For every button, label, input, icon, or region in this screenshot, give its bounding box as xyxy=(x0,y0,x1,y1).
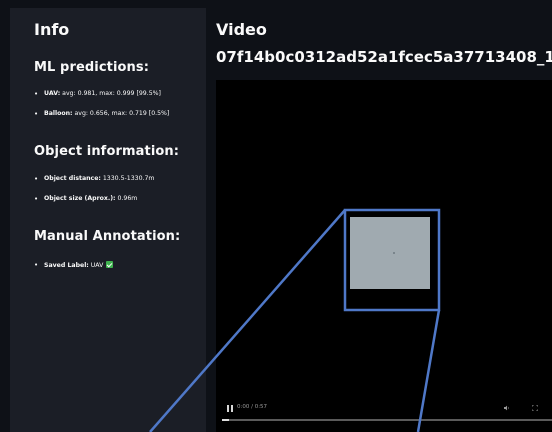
volume-icon[interactable] xyxy=(504,405,510,411)
object-information-heading: Object information: xyxy=(34,144,180,159)
list-item: Balloon: avg: 0.656, max: 0.719 [0.5%] xyxy=(34,110,204,118)
object-info-label: Object size (Aprox.): xyxy=(44,195,116,202)
app-window: Info ML predictions: UAV: avg: 0.981, ma… xyxy=(10,8,552,432)
manual-annotation-list: Saved Label: UAV xyxy=(34,261,204,270)
ml-predictions-list: UAV: avg: 0.981, max: 0.999 [99.5%] Ball… xyxy=(34,90,204,118)
progress-fill xyxy=(222,419,229,421)
sidebar-title: Info xyxy=(34,20,70,39)
object-information-list: Object distance: 1330.5-1330.7m Object s… xyxy=(34,175,204,203)
check-icon xyxy=(106,261,114,268)
list-item: Object size (Aprox.): 0.96m xyxy=(34,195,204,203)
object-info-label: Object distance: xyxy=(44,175,101,182)
player-controls: 0:00 / 0:57 xyxy=(216,400,552,421)
fullscreen-icon[interactable] xyxy=(532,405,538,411)
video-id: 07f14b0c0312ad52a1fcec5a37713408_1 xyxy=(216,48,552,66)
ml-predictions-heading: ML predictions: xyxy=(34,60,150,75)
prediction-value: avg: 0.656, max: 0.719 [0.5%] xyxy=(74,110,170,117)
manual-annotation-heading: Manual Annotation: xyxy=(34,229,181,244)
video-player[interactable]: 0:00 / 0:57 xyxy=(216,80,552,432)
sidebar: Info ML predictions: UAV: avg: 0.981, ma… xyxy=(10,8,206,432)
list-item: Object distance: 1330.5-1330.7m xyxy=(34,175,204,183)
annotation-value: UAV xyxy=(90,262,104,269)
annotation-label: Saved Label: xyxy=(44,262,89,269)
prediction-label: Balloon: xyxy=(44,110,73,117)
progress-bar[interactable] xyxy=(222,419,552,421)
list-item: Saved Label: UAV xyxy=(34,261,204,270)
time-display: 0:00 / 0:57 xyxy=(237,404,268,410)
prediction-label: UAV: xyxy=(44,90,61,97)
list-item: UAV: avg: 0.981, max: 0.999 [99.5%] xyxy=(34,90,204,98)
pause-icon[interactable] xyxy=(227,405,233,412)
prediction-value: avg: 0.981, max: 0.999 [99.5%] xyxy=(62,90,161,97)
detected-object xyxy=(359,228,364,233)
object-info-value: 1330.5-1330.7m xyxy=(102,175,155,182)
page-title: Video xyxy=(216,20,267,39)
object-info-value: 0.96m xyxy=(117,195,138,202)
